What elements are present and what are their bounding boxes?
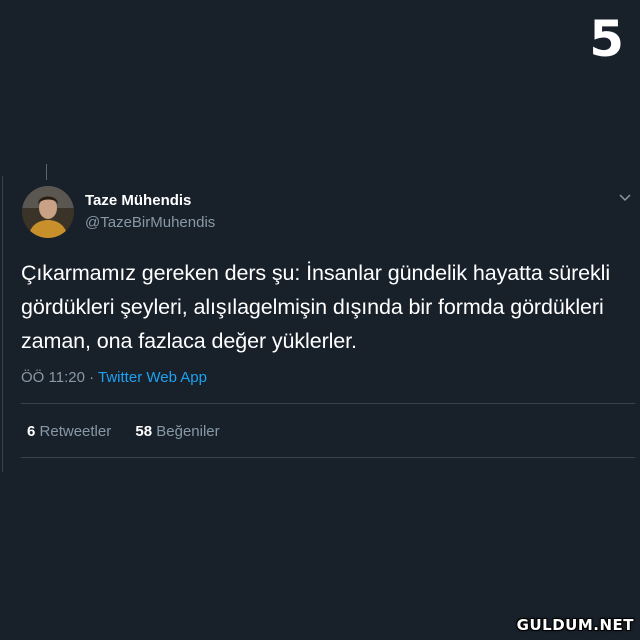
retweets-stat[interactable]: 6 Retweetler (27, 423, 111, 440)
tweet-source-link[interactable]: Twitter Web App (98, 369, 207, 386)
avatar[interactable] (22, 186, 74, 238)
watermark-logo: GULDUM.NET (516, 616, 634, 634)
divider-top (21, 403, 635, 404)
meta-separator: · (89, 369, 95, 386)
retweets-count: 6 (27, 423, 36, 440)
number-badge: 5 (589, 10, 624, 68)
tweet-card: Taze Mühendis @TazeBirMuhendis Çıkarmamı… (2, 176, 640, 472)
retweets-label: Retweetler (39, 423, 112, 440)
avatar-photo (22, 186, 74, 238)
tweet-stats: 6 Retweetler 58 Beğeniler (27, 423, 220, 440)
author-display-name[interactable]: Taze Mühendis (85, 192, 191, 209)
author-handle[interactable]: @TazeBirMuhendis (85, 214, 215, 231)
divider-bottom (21, 457, 635, 458)
likes-stat[interactable]: 58 Beğeniler (135, 423, 219, 440)
likes-count: 58 (135, 423, 153, 440)
chevron-down-icon[interactable] (619, 190, 631, 206)
likes-label: Beğeniler (156, 423, 220, 440)
tweet-meta: ÖÖ 11:20 · Twitter Web App (21, 369, 207, 386)
tweet-time[interactable]: ÖÖ 11:20 (21, 369, 85, 386)
tweet-text: Çıkarmamız gereken ders şu: İnsanlar gün… (21, 261, 611, 353)
